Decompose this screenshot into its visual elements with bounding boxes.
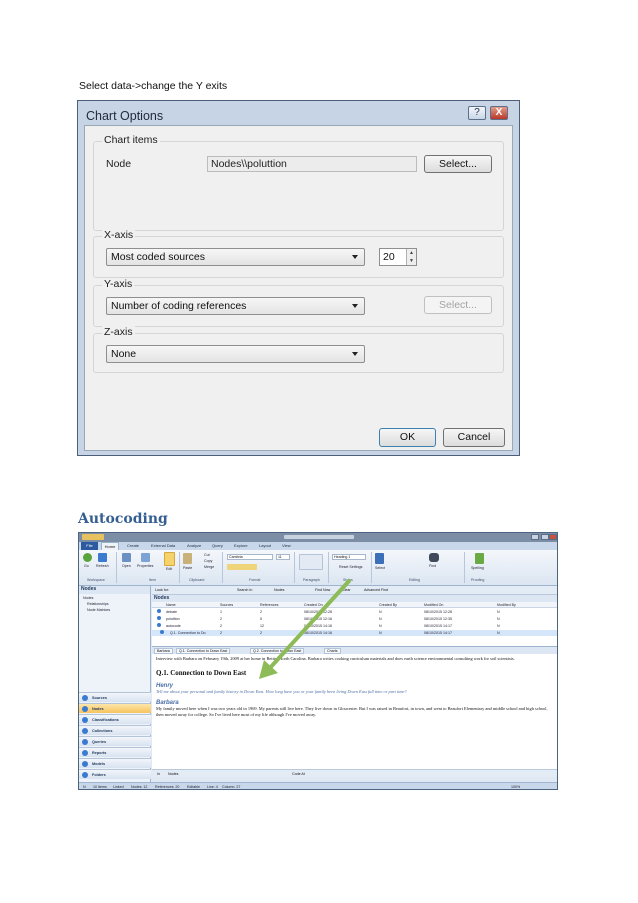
z-axis-legend: Z-axis [102,326,135,338]
chart-items-legend: Chart items [102,134,160,146]
z-axis-dropdown[interactable]: None [106,345,365,363]
nvivo-screenshot: File Home Create External Data Analyze Q… [78,532,558,790]
ok-button[interactable]: OK [379,428,436,447]
z-axis-selected: None [111,348,137,360]
chart-items-group: Chart items Node Nodes\\poluttion Select… [93,134,504,231]
dialog-title: Chart Options [86,109,164,123]
y-axis-group: Y-axis Number of coding references Selec… [93,278,504,327]
node-path-field: Nodes\\poluttion [207,156,417,172]
x-axis-dropdown[interactable]: Most coded sources [106,248,365,266]
spinner-arrows-icon[interactable]: ▲ ▼ [406,249,416,265]
chart-options-dialog: Chart Options ? X Chart items Node Nodes… [77,100,520,456]
annotation-arrow [259,579,351,679]
y-axis-dropdown[interactable]: Number of coding references [106,297,365,315]
chevron-down-icon [352,304,358,308]
chart-items-select-button[interactable]: Select... [424,155,492,173]
autocoding-heading: Autocoding [78,511,168,527]
y-axis-legend: Y-axis [102,278,135,290]
x-axis-selected: Most coded sources [111,251,205,263]
y-axis-select-button[interactable]: Select... [424,296,492,314]
close-button[interactable]: X [490,106,508,120]
cancel-button[interactable]: Cancel [443,428,505,447]
chevron-down-icon [352,255,358,259]
y-axis-selected: Number of coding references [111,300,247,312]
help-button[interactable]: ? [468,106,486,120]
dialog-client-area: Chart items Node Nodes\\poluttion Select… [84,125,513,451]
node-label: Node [106,158,132,170]
caption-text: Select data->change the Y exits [79,80,228,92]
arrow-shaft [267,579,351,671]
x-axis-legend: X-axis [102,229,136,241]
x-axis-group: X-axis Most coded sources 20 ▲ ▼ [93,229,504,278]
x-axis-count-spinner[interactable]: 20 ▲ ▼ [379,248,417,266]
x-axis-count: 20 [383,251,395,263]
z-axis-group: Z-axis None [93,326,504,373]
chevron-down-icon [352,352,358,356]
